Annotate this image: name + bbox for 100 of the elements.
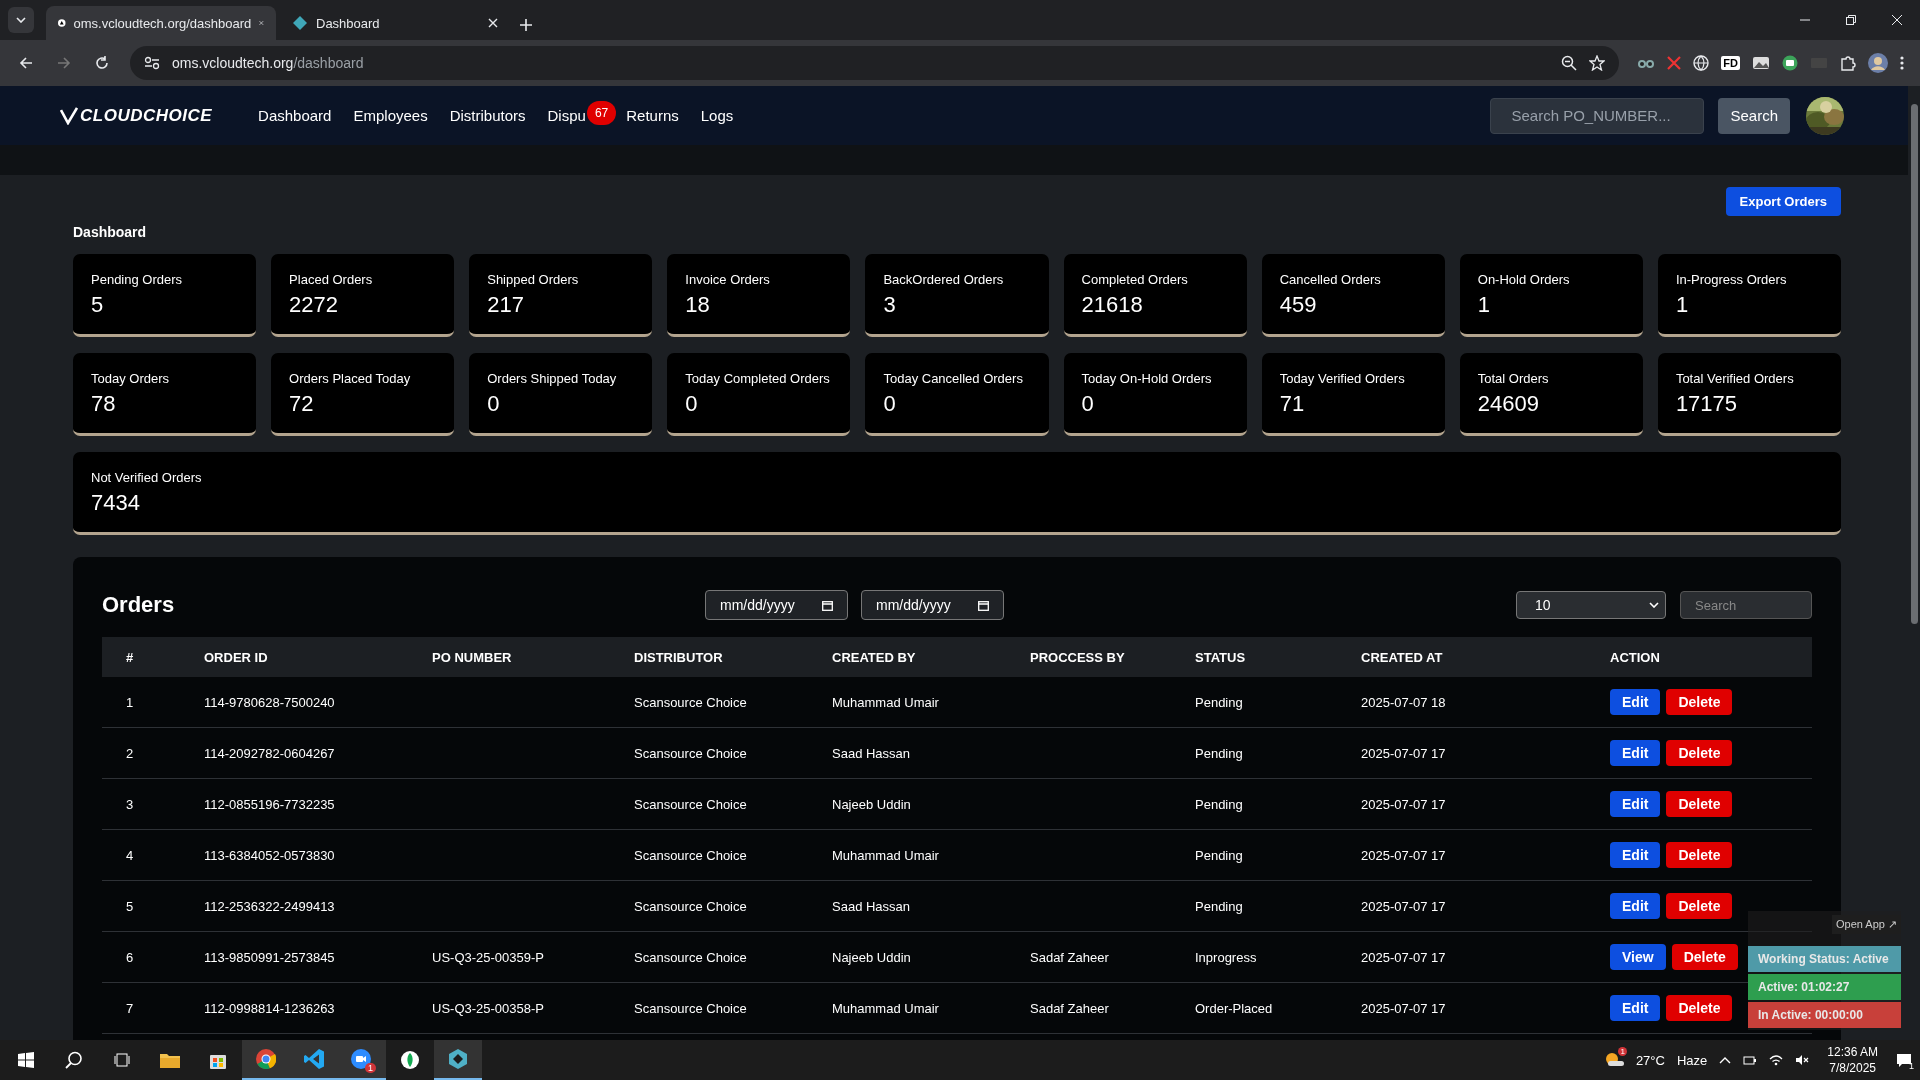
new-tab-icon[interactable] <box>520 19 532 31</box>
address-bar[interactable]: oms.vcloudtech.org/dashboard <box>130 46 1620 80</box>
table-cell-text: Pending <box>1195 745 1244 761</box>
column-header: DISTRIBUTOR <box>634 649 724 665</box>
table-cell-text: Order-Placed <box>1195 1000 1274 1016</box>
action-button[interactable]: Edit <box>1610 893 1661 919</box>
browser-tab[interactable]: Dashboard <box>280 6 510 40</box>
stat-label: Total Verified Orders <box>1675 371 1795 386</box>
reload-icon[interactable] <box>95 56 109 70</box>
zoom-icon[interactable] <box>1561 55 1578 71</box>
leaf-icon[interactable] <box>401 1051 419 1069</box>
table-cell-text: 2025-07-07 17 <box>1361 949 1447 965</box>
nav-link[interactable]: Employees <box>353 107 428 124</box>
stat-value: 2272 <box>289 292 340 318</box>
close-icon[interactable] <box>1892 15 1902 25</box>
clock[interactable]: 12:36 AM 7/8/2025 <box>1827 1044 1878 1076</box>
page-size-select[interactable]: 10 <box>1516 591 1666 619</box>
forward-icon[interactable] <box>57 56 71 70</box>
action-button[interactable]: Edit <box>1610 842 1661 868</box>
delete-button[interactable]: Delete <box>1666 791 1733 817</box>
back-icon[interactable] <box>19 56 33 70</box>
folder-icon[interactable] <box>160 1052 180 1068</box>
chevron-up-icon[interactable] <box>1719 1056 1732 1064</box>
browser-tab[interactable]: oms.vcloudtech.org/dashboard <box>46 6 276 40</box>
star-icon[interactable] <box>1589 55 1606 71</box>
windows-icon[interactable] <box>18 1052 34 1068</box>
puzzle-icon[interactable] <box>1840 55 1856 71</box>
stat-value: 3 <box>883 292 897 318</box>
action-button[interactable]: Edit <box>1610 689 1661 715</box>
table-cell-text: 2025-07-07 18 <box>1361 694 1447 710</box>
delete-button[interactable]: Delete <box>1666 995 1733 1021</box>
notification-icon[interactable] <box>1896 1052 1912 1068</box>
weather-text[interactable]: Haze <box>1676 1052 1708 1068</box>
section-title: Dashboard <box>73 224 148 240</box>
table-cell-text: 112-0998814-1236263 <box>204 1000 336 1016</box>
restore-icon[interactable] <box>1846 15 1856 25</box>
stat-label: Pending Orders <box>91 272 184 287</box>
action-button[interactable]: View <box>1610 944 1666 970</box>
column-header: # <box>125 649 135 665</box>
logo-text[interactable]: CLOUDCHOICE <box>80 105 213 126</box>
delete-button[interactable]: Delete <box>1666 689 1733 715</box>
table-cell-text: 113-9850991-2573845 <box>204 949 336 965</box>
date-field[interactable]: mm/dd/yyyy <box>705 590 848 620</box>
chrome-icon[interactable] <box>256 1049 276 1069</box>
delete-button[interactable]: Delete <box>1666 842 1733 868</box>
search-icon[interactable] <box>65 1051 83 1069</box>
export-button[interactable]: Export Orders <box>1725 187 1841 216</box>
calendar-icon[interactable] <box>822 599 833 611</box>
wifi-icon[interactable] <box>1769 1054 1784 1066</box>
muted-speaker-icon[interactable] <box>1795 1054 1810 1066</box>
stat-value: 459 <box>1279 292 1318 318</box>
extension-icon[interactable]: FD <box>1721 56 1740 70</box>
action-button[interactable]: Edit <box>1610 791 1661 817</box>
table-cell-text: Saad Hassan <box>832 745 912 761</box>
stat-value: 217 <box>487 292 525 318</box>
battery-icon[interactable] <box>1743 1054 1758 1066</box>
table-cell-text: 2025-07-07 17 <box>1361 1000 1447 1016</box>
stat-label: Orders Shipped Today <box>487 371 618 386</box>
action-button[interactable]: Edit <box>1610 740 1661 766</box>
date-field[interactable]: mm/dd/yyyy <box>861 590 1004 620</box>
delete-button[interactable]: Delete <box>1666 893 1733 919</box>
nav-link[interactable]: Returns <box>626 107 679 124</box>
table-cell-text: Sadaf Zaheer <box>1030 1000 1110 1016</box>
close-icon[interactable] <box>488 18 498 28</box>
search-field[interactable]: Search <box>1680 591 1812 619</box>
tab-list-button[interactable] <box>8 7 34 33</box>
stat-value: 1 <box>1477 292 1491 318</box>
action-button[interactable]: Edit <box>1610 995 1661 1021</box>
video-app-icon[interactable] <box>351 1049 373 1069</box>
code-editor-icon[interactable] <box>304 1049 324 1069</box>
stat-label: Not Verified Orders <box>91 470 203 485</box>
stat-label: Completed Orders <box>1081 272 1189 287</box>
count-badge: 67 <box>586 100 617 125</box>
search-button[interactable]: Search <box>1718 97 1790 134</box>
nav-link[interactable]: Logs <box>700 107 734 124</box>
calendar-icon[interactable] <box>978 599 989 611</box>
profile-icon[interactable] <box>1868 53 1888 73</box>
stat-label: On-Hold Orders <box>1477 272 1571 287</box>
stat-label: Orders Placed Today <box>289 371 412 386</box>
status-bar: Active: 01:02:27 <box>1748 974 1901 1000</box>
delete-button[interactable]: Delete <box>1666 740 1733 766</box>
more-icon[interactable] <box>1900 55 1904 71</box>
chevron-icon <box>16 17 26 23</box>
site-settings-icon[interactable] <box>144 56 160 70</box>
cross-icon[interactable] <box>1667 56 1682 70</box>
globe-icon[interactable] <box>1693 55 1710 71</box>
weather-icon[interactable] <box>1603 1050 1624 1067</box>
nav-link[interactable]: Distributors <box>449 107 526 124</box>
temperature-text[interactable]: 27°C <box>1635 1052 1665 1068</box>
nav-link[interactable]: Dispu <box>547 107 586 124</box>
status-bar: Working Status: Active <box>1748 946 1901 972</box>
hexagon-icon[interactable] <box>448 1049 468 1069</box>
task-view-icon[interactable] <box>114 1052 130 1068</box>
image-icon[interactable] <box>1752 56 1770 70</box>
stat-value: 0 <box>1081 391 1095 417</box>
search-field[interactable]: Search PO_NUMBER... <box>1490 97 1705 134</box>
delete-button[interactable]: Delete <box>1671 944 1738 970</box>
nav-link[interactable]: Dashboard <box>258 107 332 124</box>
table-cell-text: Najeeb Uddin <box>832 949 912 965</box>
table-cell-text: 2025-07-07 17 <box>1361 847 1447 863</box>
